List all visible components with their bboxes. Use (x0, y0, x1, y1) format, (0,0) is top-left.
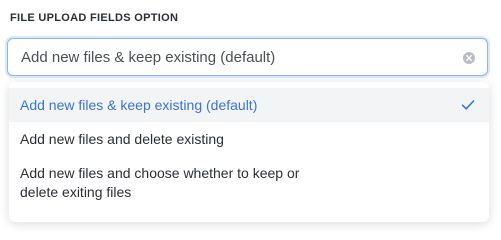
file-upload-select[interactable]: Add new files & keep existing (default) (7, 38, 488, 76)
option-keep-existing[interactable]: Add new files & keep existing (default) (9, 88, 489, 122)
option-choose-keep-or-delete[interactable]: Add new files and choose whether to keep… (9, 164, 489, 208)
option-label: Add new files and delete existing (20, 131, 224, 147)
option-label-line2: delete exiting files (20, 184, 132, 200)
option-label-line1: Add new files and choose whether to keep… (20, 165, 300, 181)
file-upload-option-panel: FILE UPLOAD FIELDS OPTION Add new files … (0, 0, 501, 222)
option-delete-existing[interactable]: Add new files and delete existing (9, 122, 489, 156)
option-label: Add new files & keep existing (default) (20, 97, 258, 113)
checkmark-icon (461, 100, 475, 110)
field-label: FILE UPLOAD FIELDS OPTION (10, 12, 179, 24)
clear-icon[interactable] (463, 52, 475, 64)
select-current-value: Add new files & keep existing (default) (21, 49, 276, 66)
options-dropdown: Add new files & keep existing (default) … (9, 82, 489, 222)
